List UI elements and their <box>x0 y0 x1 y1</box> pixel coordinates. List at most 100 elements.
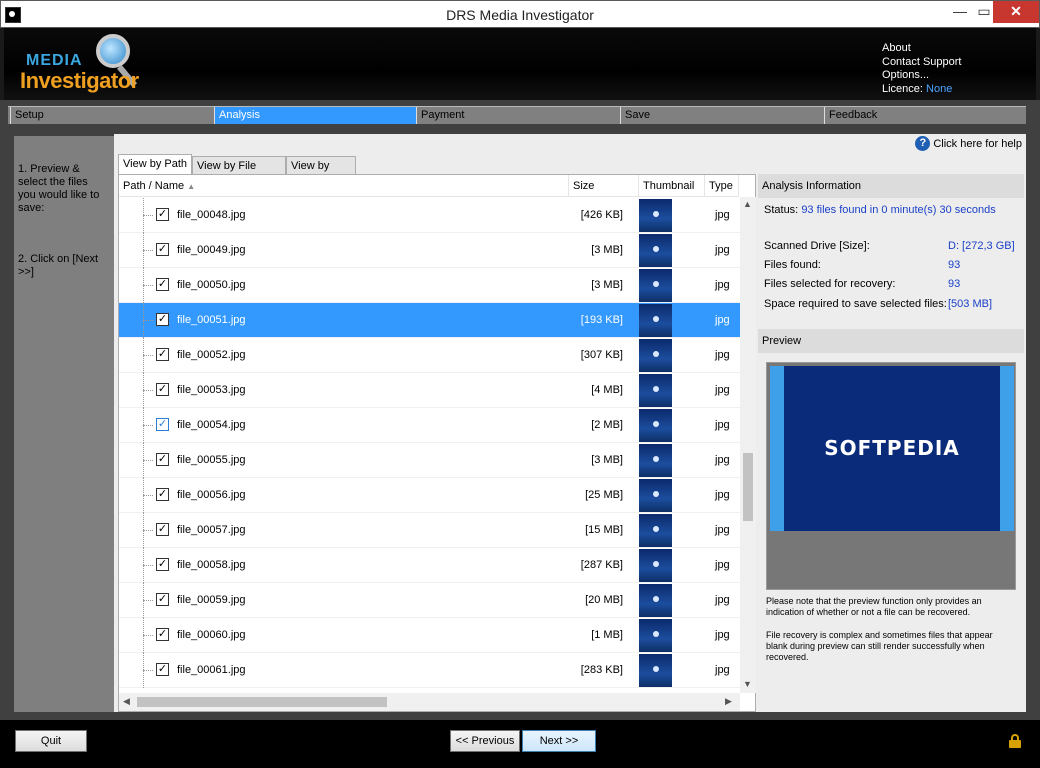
close-button[interactable]: ✕ <box>993 1 1039 23</box>
tab-save[interactable]: Save <box>620 107 824 124</box>
scroll-up-icon[interactable]: ▲ <box>743 199 752 209</box>
file-type: jpg <box>715 279 730 291</box>
next-button[interactable]: Next >> <box>522 730 596 752</box>
file-checkbox[interactable]: ✓ <box>156 278 169 291</box>
file-row[interactable]: ✓ file_00054.jpg [2 MB] jpg <box>119 408 740 443</box>
file-checkbox[interactable]: ✓ <box>156 558 169 571</box>
file-name: file_00048.jpg <box>177 209 246 221</box>
analysis-content: ? Click here for help View by Path View … <box>114 134 1026 712</box>
column-thumbnail[interactable]: Thumbnail <box>639 175 705 197</box>
column-size[interactable]: Size <box>569 175 639 197</box>
recovery-note: File recovery is complex and sometimes f… <box>766 630 993 662</box>
tab-setup[interactable]: Setup <box>10 107 214 124</box>
tab-view-by-size[interactable]: View by Size <box>286 156 356 190</box>
magnifier-icon <box>96 34 130 68</box>
file-size: [307 KB] <box>580 349 623 361</box>
thumbnail-image <box>653 281 659 287</box>
file-type: jpg <box>715 454 730 466</box>
scroll-right-icon[interactable]: ▶ <box>725 696 732 707</box>
status-value: 93 files found in 0 minute(s) 30 seconds <box>801 204 996 216</box>
file-row[interactable]: ✓ file_00052.jpg [307 KB] jpg <box>119 338 740 373</box>
file-type: jpg <box>715 524 730 536</box>
vertical-scroll-thumb[interactable] <box>743 453 753 521</box>
space-required-label: Space required to save selected files: <box>764 298 947 310</box>
file-size: [426 KB] <box>580 209 623 221</box>
help-label[interactable]: Click here for help <box>933 138 1022 150</box>
scroll-down-icon[interactable]: ▼ <box>743 679 752 689</box>
column-type[interactable]: Type <box>705 175 739 197</box>
thumbnail-image <box>653 631 659 637</box>
lock-body <box>1009 740 1021 748</box>
title-bar: DRS Media Investigator — ▭ ✕ <box>0 0 1040 28</box>
file-thumbnail <box>639 409 672 442</box>
file-row[interactable]: ✓ file_00051.jpg [193 KB] jpg <box>119 303 740 338</box>
horizontal-scrollbar[interactable]: ◀ ▶ <box>119 693 740 711</box>
preview-frame: SOFTPEDIA <box>770 366 1014 531</box>
file-checkbox[interactable]: ✓ <box>156 208 169 221</box>
tab-view-by-path[interactable]: View by Path <box>118 154 192 175</box>
file-thumbnail <box>639 269 672 302</box>
instructions-panel: 1. Preview & select the files you would … <box>14 136 114 712</box>
scroll-left-icon[interactable]: ◀ <box>123 696 130 707</box>
file-row[interactable]: ✓ file_00049.jpg [3 MB] jpg <box>119 233 740 268</box>
file-size: [15 MB] <box>585 524 623 536</box>
column-path-name[interactable]: Path / Name ▲ <box>119 175 569 197</box>
file-list-header: Path / Name ▲ Size Thumbnail Type <box>119 175 739 197</box>
file-checkbox[interactable]: ✓ <box>156 628 169 641</box>
tree-branch <box>143 600 153 601</box>
file-row[interactable]: ✓ file_00053.jpg [4 MB] jpg <box>119 373 740 408</box>
files-found-label: Files found: <box>764 259 821 271</box>
file-checkbox[interactable]: ✓ <box>156 663 169 676</box>
file-checkbox[interactable]: ✓ <box>156 593 169 606</box>
preview-header: Preview <box>758 329 1024 353</box>
tab-analysis[interactable]: Analysis <box>214 107 416 124</box>
file-row[interactable]: ✓ file_00058.jpg [287 KB] jpg <box>119 548 740 583</box>
file-checkbox[interactable]: ✓ <box>156 348 169 361</box>
file-type: jpg <box>715 629 730 641</box>
thumbnail-image <box>653 561 659 567</box>
tree-branch <box>143 250 153 251</box>
options-link[interactable]: Options... <box>882 69 962 83</box>
thumbnail-image <box>653 526 659 532</box>
file-checkbox[interactable]: ✓ <box>156 243 169 256</box>
file-row[interactable]: ✓ file_00059.jpg [20 MB] jpg <box>119 583 740 618</box>
file-row[interactable]: ✓ file_00057.jpg [15 MB] jpg <box>119 513 740 548</box>
contact-support-link[interactable]: Contact Support <box>882 56 962 70</box>
vertical-scrollbar[interactable]: ▲ ▼ <box>740 197 756 693</box>
file-row[interactable]: ✓ file_00056.jpg [25 MB] jpg <box>119 478 740 513</box>
horizontal-scroll-thumb[interactable] <box>137 697 387 707</box>
tree-branch <box>143 635 153 636</box>
file-type: jpg <box>715 209 730 221</box>
file-size: [193 KB] <box>580 314 623 326</box>
file-row[interactable]: ✓ file_00048.jpg [426 KB] jpg <box>119 198 740 233</box>
header: MEDIA Investigator About Contact Support… <box>4 28 1036 100</box>
file-checkbox[interactable]: ✓ <box>156 488 169 501</box>
file-list: Path / Name ▲ Size Thumbnail Type ✓ file_… <box>118 174 756 712</box>
tab-view-by-file-type[interactable]: View by File Type <box>192 156 286 190</box>
file-row[interactable]: ✓ file_00060.jpg [1 MB] jpg <box>119 618 740 653</box>
file-checkbox[interactable]: ✓ <box>156 418 169 431</box>
file-type: jpg <box>715 314 730 326</box>
file-row[interactable]: ✓ file_00050.jpg [3 MB] jpg <box>119 268 740 303</box>
files-found-value: 93 <box>948 259 961 271</box>
tab-feedback[interactable]: Feedback <box>824 107 1026 124</box>
licence-value[interactable]: None <box>926 83 952 95</box>
file-checkbox[interactable]: ✓ <box>156 523 169 536</box>
thumbnail-image <box>653 421 659 427</box>
help-icon[interactable]: ? <box>915 136 931 151</box>
file-checkbox[interactable]: ✓ <box>156 313 169 326</box>
previous-button[interactable]: << Previous <box>450 730 520 752</box>
file-thumbnail <box>639 339 672 372</box>
file-checkbox[interactable]: ✓ <box>156 453 169 466</box>
file-checkbox[interactable]: ✓ <box>156 383 169 396</box>
tab-payment[interactable]: Payment <box>416 107 620 124</box>
analysis-info-header: Analysis Information <box>758 174 1024 198</box>
help-link[interactable]: ? Click here for help <box>915 136 1022 151</box>
file-row[interactable]: ✓ file_00061.jpg [283 KB] jpg <box>119 653 740 688</box>
quit-button[interactable]: Quit <box>15 730 87 752</box>
file-thumbnail <box>639 549 672 582</box>
file-row[interactable]: ✓ file_00055.jpg [3 MB] jpg <box>119 443 740 478</box>
status-label: Status: <box>764 204 799 216</box>
about-link[interactable]: About <box>882 42 962 56</box>
file-thumbnail <box>639 374 672 407</box>
